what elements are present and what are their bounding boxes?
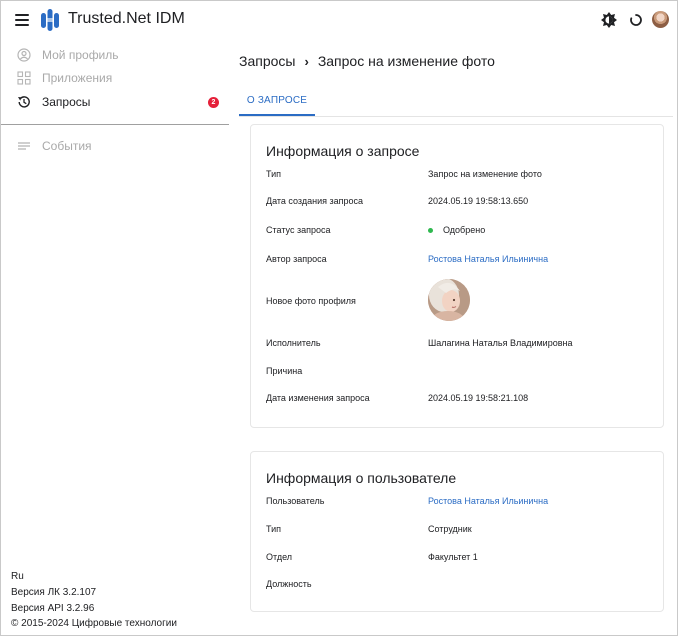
- request-info-card: Информация о запросе Тип Запрос на измен…: [250, 124, 664, 428]
- field-label: Отдел: [266, 552, 293, 562]
- field-label: Дата изменения запроса: [266, 393, 370, 403]
- language-switch[interactable]: Ru: [11, 571, 24, 582]
- user-avatar[interactable]: [652, 11, 669, 28]
- trusted-logo-icon: [41, 9, 59, 31]
- breadcrumb-separator: ›: [304, 53, 309, 69]
- user-circle-icon: [17, 48, 31, 62]
- history-icon: [18, 96, 30, 108]
- status-value: Одобрено: [428, 225, 485, 235]
- copyright: © 2015-2024 Цифровые технологии: [11, 618, 177, 629]
- top-bar: Trusted.Net IDM: [1, 1, 677, 39]
- user-link[interactable]: Ростова Наталья Ильинична: [428, 496, 548, 506]
- field-value: Шалагина Наталья Владимировна: [428, 338, 573, 348]
- sidebar-item-my-profile[interactable]: Мой профиль: [1, 44, 229, 66]
- theme-toggle-icon[interactable]: [600, 11, 618, 29]
- card-title: Информация о пользователе: [266, 470, 457, 486]
- breadcrumb-current: Запрос на изменение фото: [317, 53, 495, 69]
- sidebar-divider: [1, 124, 229, 125]
- field-label: Новое фото профиля: [266, 296, 356, 306]
- user-info-card: Информация о пользователе Пользователь Р…: [250, 451, 664, 612]
- card-title: Информация о запросе: [266, 143, 420, 159]
- sidebar-item-label: События: [42, 139, 92, 153]
- tabs-divider: [239, 116, 673, 117]
- field-value: Запрос на изменение фото: [428, 169, 542, 179]
- field-label: Пользователь: [266, 496, 325, 506]
- menu-icon[interactable]: [14, 12, 30, 28]
- apps-grid-icon: [17, 71, 31, 85]
- breadcrumb: Запросы › Запрос на изменение фото: [239, 53, 495, 69]
- field-value: Факультет 1: [428, 552, 478, 562]
- sidebar-item-label: Мой профиль: [42, 48, 119, 62]
- sidebar: Мой профиль Приложения Запросы 2 События…: [1, 39, 229, 635]
- sidebar-item-label: Приложения: [42, 71, 113, 85]
- field-label: Должность: [266, 579, 312, 589]
- field-label: Тип: [266, 524, 282, 534]
- profile-photo-image: [428, 279, 470, 321]
- field-label: Причина: [266, 366, 303, 376]
- field-value: 2024.05.19 19:58:21.108: [428, 393, 529, 403]
- version-api: Версия API 3.2.96: [11, 603, 95, 614]
- sidebar-item-label: Запросы: [42, 95, 91, 109]
- field-value: 2024.05.19 19:58:13.650: [428, 196, 529, 206]
- list-icon: [18, 142, 30, 150]
- loading-spinner-icon: [630, 14, 642, 26]
- requests-count-badge: 2: [208, 96, 219, 108]
- app-window: Trusted.Net IDM Мой профиль Приложения З…: [0, 0, 678, 636]
- sidebar-item-applications[interactable]: Приложения: [1, 67, 229, 89]
- field-label: Статус запроса: [266, 225, 331, 235]
- sidebar-item-requests[interactable]: Запросы 2: [1, 91, 229, 113]
- app-title: Trusted.Net IDM: [68, 10, 185, 27]
- sidebar-item-events[interactable]: События: [1, 135, 229, 157]
- breadcrumb-parent[interactable]: Запросы: [239, 53, 295, 69]
- field-label: Автор запроса: [266, 254, 327, 264]
- field-value: Сотрудник: [428, 524, 472, 534]
- new-profile-photo[interactable]: [428, 279, 470, 321]
- status-dot: [428, 228, 433, 234]
- field-label: Дата создания запроса: [266, 196, 364, 206]
- field-label: Тип: [266, 169, 282, 179]
- version-lk: Версия ЛК 3.2.107: [11, 587, 97, 598]
- author-link[interactable]: Ростова Наталья Ильинична: [428, 254, 548, 264]
- field-label: Исполнитель: [266, 338, 321, 348]
- status-text: Одобрено: [443, 225, 486, 235]
